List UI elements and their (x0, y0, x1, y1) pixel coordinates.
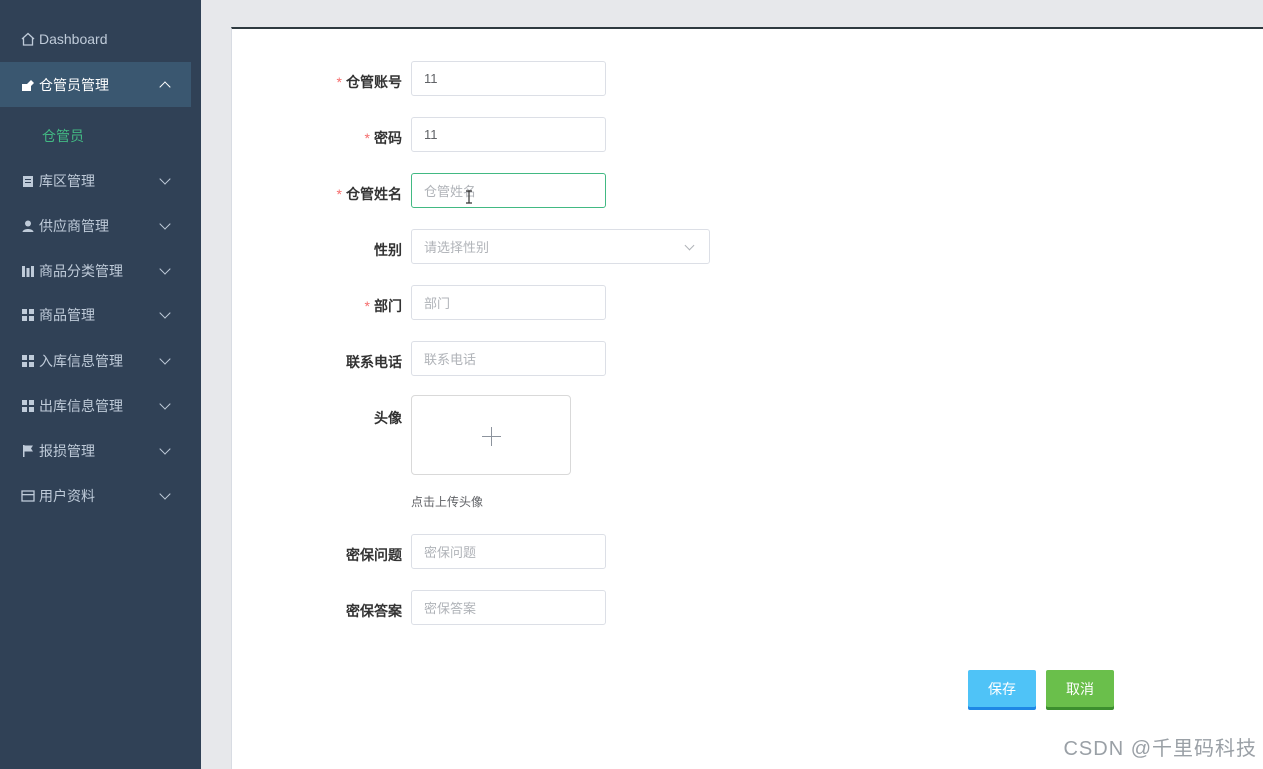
account-value: 11 (424, 71, 438, 86)
sidebar-subitem-label: 仓管员 (42, 128, 84, 144)
department-input[interactable]: 部门 (411, 285, 606, 320)
required-star: * (336, 186, 342, 202)
phone-label: 联系电话 (346, 354, 402, 370)
sidebar-item-outbound[interactable]: 出库信息管理 (0, 383, 191, 428)
chevron-down-icon (684, 240, 695, 251)
required-star: * (364, 130, 370, 146)
save-button[interactable]: 保存 (968, 670, 1036, 707)
gender-placeholder: 请选择性别 (424, 240, 490, 255)
sidebar-item-inbound[interactable]: 入库信息管理 (0, 338, 191, 383)
department-placeholder: 部门 (424, 296, 451, 311)
phone-placeholder: 联系电话 (424, 352, 477, 367)
grid-icon (21, 399, 35, 413)
text-cursor-icon (466, 190, 472, 204)
sidebar-item-storage-area[interactable]: 库区管理 (0, 158, 191, 203)
chevron-down-icon (159, 307, 171, 319)
sidebar-item-dashboard[interactable]: Dashboard (0, 16, 191, 61)
security-question-input[interactable]: 密保问题 (411, 534, 606, 569)
sidebar-item-damage[interactable]: 报损管理 (0, 428, 191, 473)
chevron-down-icon (159, 443, 171, 455)
password-label: * 密码 (364, 130, 402, 146)
security-answer-input[interactable]: 密保答案 (411, 590, 606, 625)
chevron-down-icon (159, 173, 171, 185)
form-panel: * 仓管账号 11 * 密码 11 * 仓管姓名 仓管姓名 性别 请选择性别 * 部门 … (231, 27, 1263, 769)
sidebar-item-label: 出库信息管理 (39, 397, 123, 414)
users-icon (21, 78, 35, 92)
department-label: * 部门 (364, 298, 402, 314)
gender-select[interactable]: 请选择性别 (411, 229, 710, 264)
security-question-placeholder: 密保问题 (424, 545, 477, 560)
chevron-down-icon (159, 398, 171, 410)
sidebar-item-warehouse-keeper[interactable]: 仓管员管理 (0, 62, 191, 107)
grid-icon (21, 354, 35, 368)
home-icon (21, 32, 35, 46)
sidebar: Dashboard 仓管员管理 仓管员 库区管理 供应商管理 商品分类管理 商品… (0, 0, 201, 769)
avatar-upload[interactable] (411, 395, 571, 475)
sidebar-item-label: 报损管理 (39, 442, 95, 459)
chevron-down-icon (159, 488, 171, 500)
name-input[interactable]: 仓管姓名 (411, 173, 606, 208)
chevron-up-icon (159, 81, 171, 93)
security-question-label: 密保问题 (346, 547, 402, 563)
gender-label: 性别 (374, 242, 402, 258)
sidebar-item-supplier[interactable]: 供应商管理 (0, 203, 191, 248)
chevron-down-icon (159, 353, 171, 365)
person-icon (21, 219, 35, 233)
sidebar-item-label: Dashboard (39, 30, 108, 47)
sidebar-subitem-warehouse-keeper[interactable]: 仓管员 (0, 114, 191, 158)
watermark: CSDN @千里码科技 (1063, 738, 1257, 760)
required-star: * (364, 298, 370, 314)
password-value: 11 (424, 127, 438, 142)
cancel-button[interactable]: 取消 (1046, 670, 1114, 707)
sidebar-item-label: 仓管员管理 (39, 76, 109, 93)
card-icon (21, 489, 35, 503)
sidebar-item-label: 商品管理 (39, 306, 95, 323)
chevron-down-icon (159, 263, 171, 275)
sidebar-item-label: 入库信息管理 (39, 352, 123, 369)
sidebar-item-label: 商品分类管理 (39, 262, 123, 279)
security-answer-label: 密保答案 (346, 603, 402, 619)
password-input[interactable]: 11 (411, 117, 606, 152)
bar-chart-icon (21, 264, 35, 278)
avatar-hint: 点击上传头像 (411, 495, 484, 509)
grid-icon (21, 308, 35, 322)
avatar-label: 头像 (374, 410, 402, 426)
account-input[interactable]: 11 (411, 61, 606, 96)
phone-input[interactable]: 联系电话 (411, 341, 606, 376)
sidebar-item-category[interactable]: 商品分类管理 (0, 248, 191, 293)
sidebar-item-user-profile[interactable]: 用户资料 (0, 473, 191, 518)
required-star: * (336, 74, 342, 90)
clipboard-icon (21, 174, 35, 188)
flag-icon (21, 444, 35, 458)
account-label: * 仓管账号 (336, 74, 402, 90)
sidebar-item-goods[interactable]: 商品管理 (0, 292, 191, 337)
sidebar-item-label: 库区管理 (39, 172, 95, 189)
security-answer-placeholder: 密保答案 (424, 601, 477, 616)
sidebar-item-label: 供应商管理 (39, 217, 109, 234)
sidebar-item-label: 用户资料 (39, 487, 95, 504)
name-label: * 仓管姓名 (336, 186, 402, 202)
chevron-down-icon (159, 218, 171, 230)
